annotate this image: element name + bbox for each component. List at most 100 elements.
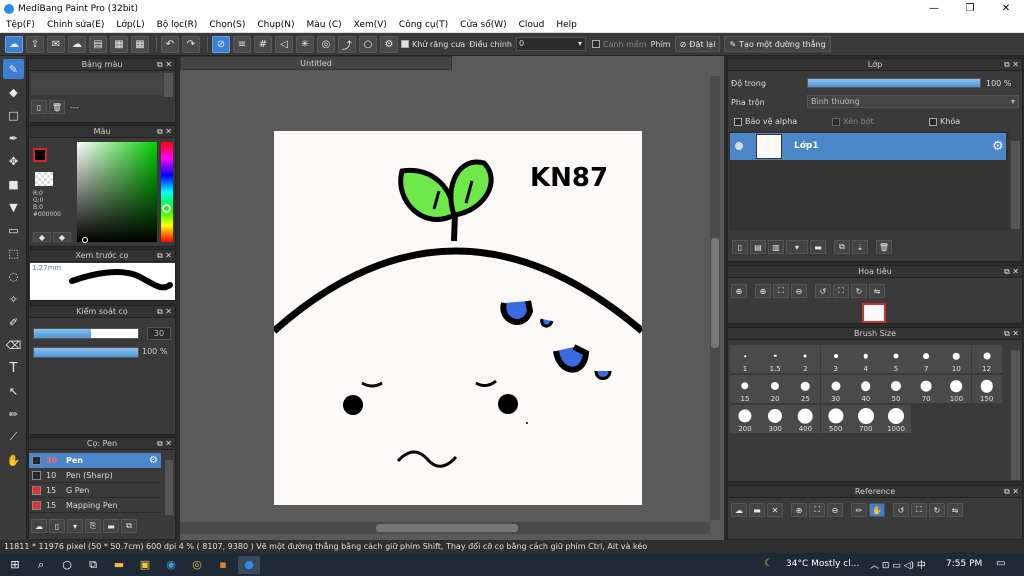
text-tool-icon[interactable]: T — [3, 358, 24, 378]
clock[interactable]: 7:55 PM — [946, 559, 982, 569]
panel-controls-icon[interactable]: ⧉ ✕ — [1004, 266, 1019, 278]
brush-size-preset[interactable]: 25 — [790, 375, 821, 403]
divide-tool-icon[interactable]: ⟋ — [3, 427, 24, 447]
layer-settings-icon[interactable]: ⚙ — [992, 139, 1004, 154]
edge-icon[interactable]: ◉ — [160, 556, 182, 574]
panel-controls-icon[interactable]: ⧉ ✕ — [157, 126, 172, 138]
palette-scrollbar[interactable] — [164, 73, 173, 97]
radial-snap-icon[interactable]: ✳ — [296, 35, 314, 53]
brush-size-preset[interactable]: 300 — [760, 405, 791, 433]
vertical-scrollbar-thumb[interactable] — [711, 238, 719, 348]
brush-size-scrollbar[interactable] — [1011, 350, 1020, 480]
menu-layer[interactable]: Lớp(L) — [110, 20, 150, 30]
brush-size-preset[interactable]: 20 — [760, 375, 791, 403]
document-tab[interactable]: Untitled — [180, 56, 452, 70]
grid-icon[interactable]: ▦ — [131, 35, 149, 53]
brush-size-preset[interactable]: 3 — [820, 345, 851, 373]
menu-color[interactable]: Màu (C) — [301, 20, 348, 30]
brush-size-preset[interactable]: 40 — [850, 375, 881, 403]
brush-size-preset[interactable]: 1.5 — [760, 345, 791, 373]
line-button[interactable]: ✎ Tạo một đường thẳng — [724, 36, 831, 52]
brush-size-value[interactable]: 30 — [147, 327, 171, 340]
rotate-left-icon[interactable]: ↺ — [893, 503, 909, 517]
panel-controls-icon[interactable]: ⧉ ✕ — [157, 306, 172, 318]
new-palette-icon[interactable]: ▯ — [31, 100, 47, 114]
eyedropper-tool-icon[interactable]: ✏ — [3, 404, 24, 424]
hand-tool-icon[interactable]: ✋ — [3, 450, 24, 470]
weather-text[interactable]: 34°C Mostly cl... — [786, 559, 859, 569]
protect-alpha-option[interactable]: Bảo vệ alpha — [734, 117, 797, 126]
operation-tool-icon[interactable]: ↖ — [3, 381, 24, 401]
merge-layer-icon[interactable]: ⇣ — [852, 240, 868, 254]
brush-tool-icon[interactable]: ✎ — [3, 59, 24, 79]
search-icon[interactable]: ⌕ — [30, 556, 52, 574]
menu-select[interactable]: Chọn(S) — [203, 20, 251, 30]
delete-layer-icon[interactable]: 🗑 — [876, 240, 892, 254]
zoom-out-icon[interactable]: ⊖ — [827, 503, 843, 517]
brush-settings-icon[interactable]: ⚙ — [149, 455, 158, 466]
menu-window[interactable]: Cửa sổ(W) — [454, 20, 512, 30]
brush-size-preset[interactable]: 10 — [941, 345, 972, 373]
reference-cloud-icon[interactable]: ☁ — [731, 503, 747, 517]
brush-size-preset[interactable]: 150 — [971, 375, 1002, 403]
layer-row[interactable]: Lớp1 ⚙ — [730, 133, 1006, 160]
lock-option[interactable]: Khóa — [929, 117, 960, 126]
select-eraser-tool-icon[interactable]: ⌫ — [3, 335, 24, 355]
layer-scrollbar[interactable] — [1011, 141, 1020, 229]
comment-icon[interactable]: ✉ — [47, 35, 65, 53]
color-swap-icon[interactable]: ◆ — [53, 232, 71, 242]
magic-wand-tool-icon[interactable]: ✧ — [3, 289, 24, 309]
panel-controls-icon[interactable]: ⧉ ✕ — [1004, 328, 1019, 340]
horizontal-scrollbar-thumb[interactable] — [376, 524, 518, 532]
vanish-snap-icon[interactable]: ◁ — [275, 35, 293, 53]
clipping-checkbox[interactable] — [832, 117, 840, 126]
adjust-select[interactable]: 0 ▾ — [515, 37, 586, 51]
clipping-option[interactable]: Xén bớt — [832, 117, 874, 126]
page-icon[interactable]: ▤ — [89, 35, 107, 53]
menu-help[interactable]: Help — [550, 20, 583, 30]
snap-checkbox[interactable] — [591, 40, 600, 48]
menu-edit[interactable]: Chỉnh sửa(E) — [41, 20, 110, 30]
menu-tools[interactable]: Công cụ(T) — [393, 20, 454, 30]
cross-snap-icon[interactable]: # — [254, 35, 272, 53]
menu-file[interactable]: Tệp(F) — [0, 20, 41, 30]
panel-controls-icon[interactable]: ⧉ ✕ — [1004, 59, 1019, 71]
redo-icon[interactable]: ↷ — [182, 35, 200, 53]
gradient-tool-icon[interactable]: ▭ — [3, 220, 24, 240]
panel-controls-icon[interactable]: ⧉ ✕ — [1004, 486, 1019, 498]
cortana-icon[interactable]: ○ — [56, 556, 78, 574]
maximize-button[interactable]: ❐ — [952, 0, 988, 17]
brush-size-preset[interactable]: 100 — [941, 375, 972, 403]
cloud-icon[interactable]: ☁ — [5, 35, 23, 53]
hue-slider[interactable] — [161, 142, 173, 242]
minimize-button[interactable]: — — [916, 0, 952, 17]
horizontal-scrollbar-track[interactable] — [180, 522, 710, 534]
zoom-in-icon[interactable]: ⊕ — [791, 503, 807, 517]
menu-view[interactable]: Xem(V) — [348, 20, 393, 30]
rotate-right-icon[interactable]: ↻ — [851, 284, 867, 298]
brush-cloud-icon[interactable]: ☁ — [31, 519, 47, 533]
circle-snap-icon[interactable]: ○ — [359, 35, 377, 53]
bucket-tool-icon[interactable]: ▼ — [3, 197, 24, 217]
brush-size-preset[interactable]: 4 — [850, 345, 881, 373]
select-pen-tool-icon[interactable]: ✐ — [3, 312, 24, 332]
transparent-swatch[interactable] — [35, 172, 53, 186]
duplicate-layer-icon[interactable]: ⧉ — [834, 240, 850, 254]
brush-add-icon[interactable]: ▯ — [49, 519, 65, 533]
panel-controls-icon[interactable]: ⧉ ✕ — [157, 59, 172, 71]
fit-icon[interactable]: ⛶ — [809, 503, 825, 517]
delete-palette-icon[interactable]: 🗑 — [49, 100, 65, 114]
brush-list-item[interactable]: 15 G Pen — [29, 483, 161, 498]
undo-icon[interactable]: ↶ — [161, 35, 179, 53]
rotate-left-icon[interactable]: ↺ — [815, 284, 831, 298]
menu-snap[interactable]: Chụp(N) — [251, 20, 300, 30]
brush-list-scrollbar[interactable] — [165, 460, 173, 515]
new-halftone-layer-icon[interactable]: ▤ — [750, 240, 766, 254]
brush-size-preset[interactable]: 7 — [911, 345, 942, 373]
fill-rect-tool-icon[interactable]: ■ — [3, 174, 24, 194]
page-list-icon[interactable]: ▦ — [110, 35, 128, 53]
panel-controls-icon[interactable]: ⧉ ✕ — [157, 250, 172, 262]
brush-size-preset[interactable]: 15 — [730, 375, 760, 403]
add-layer-menu-icon[interactable]: ▾ — [786, 240, 808, 254]
protect-alpha-checkbox[interactable] — [734, 117, 742, 126]
